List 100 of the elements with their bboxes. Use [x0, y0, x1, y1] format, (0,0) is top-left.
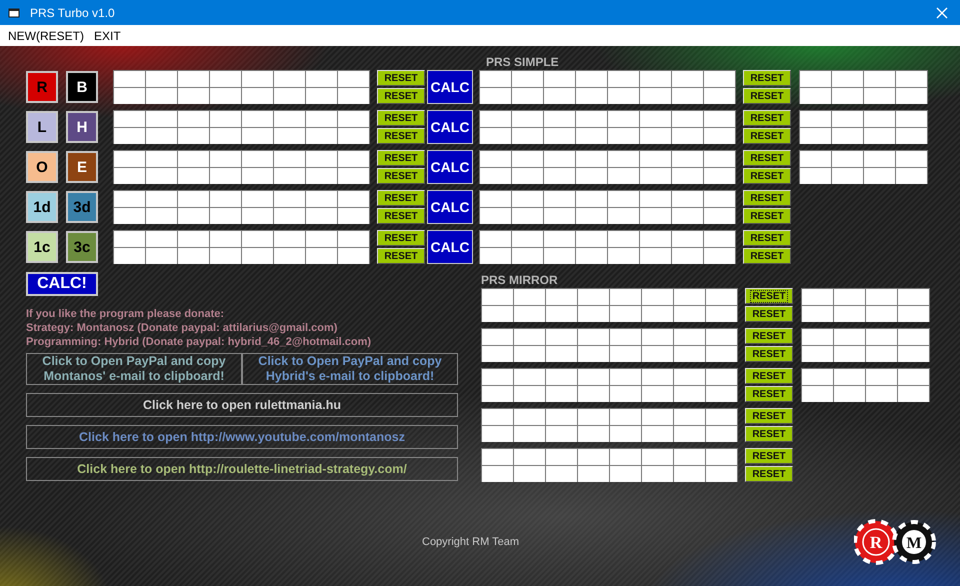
- input-cell[interactable]: [704, 151, 735, 167]
- paypal-button[interactable]: Click to Open PayPal and copy Montanos' e-mail to clipboard!: [26, 353, 242, 385]
- input-cell[interactable]: [578, 289, 609, 305]
- input-cell[interactable]: [832, 168, 863, 184]
- input-cell[interactable]: [546, 329, 577, 345]
- input-cell[interactable]: [610, 426, 641, 442]
- input-cell[interactable]: [864, 71, 895, 87]
- input-cell[interactable]: [306, 151, 337, 167]
- input-cell[interactable]: [898, 289, 929, 305]
- input-cell[interactable]: [898, 369, 929, 385]
- input-cell[interactable]: [482, 449, 513, 465]
- input-cell[interactable]: [578, 329, 609, 345]
- input-cell[interactable]: [704, 111, 735, 127]
- input-cell[interactable]: [114, 71, 145, 87]
- input-cell[interactable]: [480, 71, 511, 87]
- input-cell[interactable]: [514, 369, 545, 385]
- input-cell[interactable]: [482, 329, 513, 345]
- link-button[interactable]: Click here to open http://roulette-linetriad-strategy.com/: [26, 457, 458, 481]
- input-cell[interactable]: [576, 111, 607, 127]
- input-cell[interactable]: [242, 231, 273, 247]
- input-cell[interactable]: [514, 346, 545, 362]
- input-cell[interactable]: [306, 128, 337, 144]
- input-cell[interactable]: [578, 466, 609, 482]
- input-cell[interactable]: [546, 466, 577, 482]
- input-cell[interactable]: [674, 386, 705, 402]
- input-cell[interactable]: [896, 88, 927, 104]
- input-cell[interactable]: [896, 128, 927, 144]
- input-cell[interactable]: [672, 111, 703, 127]
- input-cell[interactable]: [146, 208, 177, 224]
- input-cell[interactable]: [242, 191, 273, 207]
- input-cell[interactable]: [642, 466, 673, 482]
- input-cell[interactable]: [210, 208, 241, 224]
- input-cell[interactable]: [512, 231, 543, 247]
- input-cell[interactable]: [544, 88, 575, 104]
- input-cell[interactable]: [480, 208, 511, 224]
- input-cell[interactable]: [672, 71, 703, 87]
- input-cell[interactable]: [706, 409, 737, 425]
- input-cell[interactable]: [706, 369, 737, 385]
- input-cell[interactable]: [306, 71, 337, 87]
- input-cell[interactable]: [274, 151, 305, 167]
- input-cell[interactable]: [578, 346, 609, 362]
- reset-button[interactable]: RESET: [745, 408, 793, 424]
- input-cell[interactable]: [482, 409, 513, 425]
- calc-all-button[interactable]: CALC!: [26, 272, 98, 296]
- input-cell[interactable]: [832, 111, 863, 127]
- input-cell[interactable]: [864, 88, 895, 104]
- input-cell[interactable]: [178, 88, 209, 104]
- input-cell[interactable]: [610, 346, 641, 362]
- bet-type-button[interactable]: 3c: [66, 231, 98, 263]
- input-cell[interactable]: [672, 168, 703, 184]
- input-cell[interactable]: [274, 231, 305, 247]
- input-cell[interactable]: [274, 168, 305, 184]
- reset-button[interactable]: RESET: [745, 386, 793, 402]
- input-cell[interactable]: [482, 369, 513, 385]
- input-cell[interactable]: [544, 191, 575, 207]
- input-cell[interactable]: [608, 71, 639, 87]
- input-cell[interactable]: [576, 231, 607, 247]
- menu-item[interactable]: NEW(RESET): [3, 28, 89, 42]
- input-cell[interactable]: [672, 128, 703, 144]
- input-cell[interactable]: [576, 191, 607, 207]
- input-cell[interactable]: [178, 248, 209, 264]
- input-cell[interactable]: [672, 151, 703, 167]
- input-cell[interactable]: [608, 88, 639, 104]
- input-cell[interactable]: [832, 151, 863, 167]
- input-cell[interactable]: [800, 128, 831, 144]
- input-cell[interactable]: [544, 248, 575, 264]
- bet-type-button[interactable]: E: [66, 151, 98, 183]
- input-cell[interactable]: [642, 306, 673, 322]
- input-cell[interactable]: [514, 449, 545, 465]
- input-cell[interactable]: [864, 111, 895, 127]
- reset-button[interactable]: RESET: [743, 208, 791, 224]
- input-cell[interactable]: [146, 88, 177, 104]
- input-cell[interactable]: [832, 128, 863, 144]
- input-cell[interactable]: [178, 71, 209, 87]
- input-cell[interactable]: [242, 111, 273, 127]
- input-cell[interactable]: [706, 346, 737, 362]
- reset-button[interactable]: RESET: [743, 128, 791, 144]
- input-cell[interactable]: [672, 191, 703, 207]
- calc-button[interactable]: CALC: [427, 190, 473, 224]
- input-cell[interactable]: [866, 369, 897, 385]
- input-cell[interactable]: [642, 426, 673, 442]
- input-cell[interactable]: [610, 449, 641, 465]
- input-cell[interactable]: [544, 151, 575, 167]
- input-cell[interactable]: [178, 151, 209, 167]
- input-cell[interactable]: [576, 151, 607, 167]
- input-cell[interactable]: [546, 306, 577, 322]
- input-cell[interactable]: [576, 208, 607, 224]
- input-cell[interactable]: [674, 289, 705, 305]
- input-cell[interactable]: [114, 111, 145, 127]
- reset-button[interactable]: RESET: [743, 70, 791, 86]
- input-cell[interactable]: [706, 466, 737, 482]
- input-cell[interactable]: [338, 71, 369, 87]
- input-cell[interactable]: [146, 231, 177, 247]
- input-cell[interactable]: [704, 208, 735, 224]
- input-cell[interactable]: [210, 71, 241, 87]
- input-cell[interactable]: [896, 71, 927, 87]
- reset-button[interactable]: RESET: [743, 150, 791, 166]
- input-cell[interactable]: [800, 71, 831, 87]
- reset-button[interactable]: RESET: [377, 248, 425, 264]
- input-cell[interactable]: [672, 231, 703, 247]
